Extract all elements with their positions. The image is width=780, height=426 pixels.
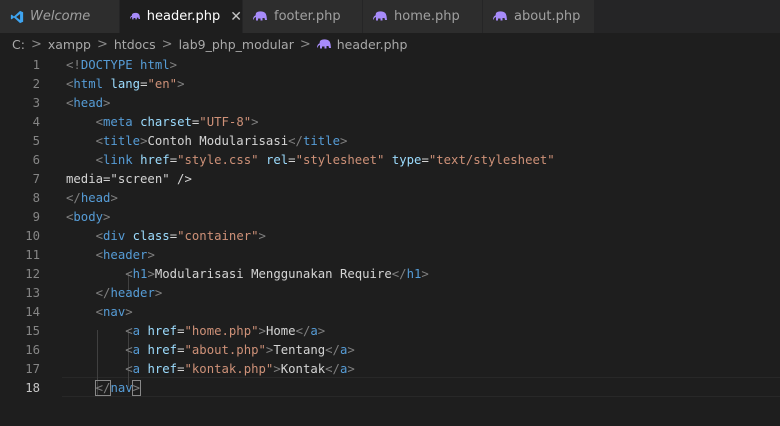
code-line[interactable]: 15 <a href="home.php">Home</a> xyxy=(0,322,780,341)
line-code: <body> xyxy=(66,210,111,224)
line-number: 3 xyxy=(32,96,40,110)
line-code: <div class="container"> xyxy=(95,229,266,243)
editor-tab-bar: Welcome header.php ✕ footer.php home.php… xyxy=(0,0,780,33)
line-number: 4 xyxy=(32,115,40,129)
line-number: 8 xyxy=(32,191,40,205)
tab-label: Welcome xyxy=(30,9,91,24)
tab-footer-php[interactable]: footer.php xyxy=(243,0,363,33)
tab-bar-empty xyxy=(595,0,780,33)
code-editor[interactable]: 1 <!DOCTYPE html> 2 <html lang="en"> 3 <head>… xyxy=(0,55,780,426)
code-line[interactable]: 7 media="screen" /> xyxy=(0,170,780,189)
tab-label: about.php xyxy=(514,9,581,24)
line-code: <title>Contoh Modularisasi</title> xyxy=(95,134,348,148)
tab-about-php[interactable]: about.php xyxy=(483,0,595,33)
line-number: 15 xyxy=(25,324,40,338)
vscode-icon xyxy=(10,10,24,23)
line-number: 7 xyxy=(32,172,40,186)
line-code: <a href="kontak.php">Kontak</a> xyxy=(125,362,355,376)
breadcrumb: C: > xampp > htdocs > lab9_php_modular >… xyxy=(0,33,780,55)
php-elephant-icon xyxy=(130,12,141,20)
line-code: media="screen" /> xyxy=(66,172,192,186)
line-number: 16 xyxy=(25,343,40,357)
code-line[interactable]: 6 <link href="style.css" rel="stylesheet… xyxy=(0,151,780,170)
tab-home-php[interactable]: home.php xyxy=(363,0,483,33)
chevron-right-icon: > xyxy=(299,36,311,52)
line-number: 9 xyxy=(32,210,40,224)
line-code: <head> xyxy=(66,96,111,110)
code-line[interactable]: 18 </nav> xyxy=(0,379,780,398)
line-number: 13 xyxy=(25,286,40,300)
line-code: </header> xyxy=(95,286,163,300)
php-elephant-icon xyxy=(373,11,387,21)
code-line[interactable]: 5 <title>Contoh Modularisasi</title> xyxy=(0,132,780,151)
breadcrumb-item[interactable]: lab9_php_modular xyxy=(179,37,294,52)
line-number: 5 xyxy=(32,134,40,148)
line-number: 17 xyxy=(25,362,40,376)
line-number: 12 xyxy=(25,267,40,281)
code-line[interactable]: 13 </header> xyxy=(0,284,780,303)
code-line[interactable]: 9 <body> xyxy=(0,208,780,227)
php-elephant-icon xyxy=(316,38,331,48)
code-line[interactable]: 12 <h1>Modularisasi Menggunakan Require<… xyxy=(0,265,780,284)
line-code: <a href="about.php">Tentang</a> xyxy=(125,343,355,357)
code-line[interactable]: 1 <!DOCTYPE html> xyxy=(0,56,780,75)
breadcrumb-item[interactable]: htdocs xyxy=(114,37,156,52)
tab-label: home.php xyxy=(394,9,460,24)
tab-header-php[interactable]: header.php ✕ xyxy=(120,0,243,33)
chevron-right-icon: > xyxy=(30,36,42,52)
code-line[interactable]: 16 <a href="about.php">Tentang</a> xyxy=(0,341,780,360)
line-code: <html lang="en"> xyxy=(66,77,185,91)
line-number: 6 xyxy=(32,153,40,167)
line-number: 11 xyxy=(25,248,40,262)
code-line[interactable]: 3 <head> xyxy=(0,94,780,113)
line-number: 2 xyxy=(32,77,40,91)
line-code: <nav> xyxy=(95,305,133,319)
code-line[interactable]: 4 <meta charset="UTF-8"> xyxy=(0,113,780,132)
code-line[interactable]: 11 <header> xyxy=(0,246,780,265)
php-elephant-icon xyxy=(253,11,267,21)
code-line[interactable]: 17 <a href="kontak.php">Kontak</a> xyxy=(0,360,780,379)
breadcrumb-item[interactable]: C: xyxy=(12,37,25,52)
line-number: 14 xyxy=(25,305,40,319)
line-number: 18 xyxy=(25,381,40,395)
line-number: 10 xyxy=(25,229,40,243)
close-icon[interactable]: ✕ xyxy=(230,9,242,25)
line-code: <a href="home.php">Home</a> xyxy=(125,324,326,338)
chevron-right-icon: > xyxy=(96,36,108,52)
line-code: </nav> xyxy=(94,380,142,396)
line-number: 1 xyxy=(32,58,40,72)
code-line[interactable]: 2 <html lang="en"> xyxy=(0,75,780,94)
line-code: <!DOCTYPE html> xyxy=(66,58,178,72)
line-code: <meta charset="UTF-8"> xyxy=(95,115,259,129)
chevron-right-icon: > xyxy=(161,36,173,52)
line-code: </head> xyxy=(66,191,118,205)
tab-welcome[interactable]: Welcome xyxy=(0,0,120,33)
tab-label: header.php xyxy=(146,9,221,24)
code-line[interactable]: 10 <div class="container"> xyxy=(0,227,780,246)
line-code: <h1>Modularisasi Menggunakan Require</h1… xyxy=(125,267,429,281)
code-line[interactable]: 14 <nav> xyxy=(0,303,780,322)
code-line[interactable]: 8 </head> xyxy=(0,189,780,208)
breadcrumb-item[interactable]: xampp xyxy=(48,37,91,52)
tab-label: footer.php xyxy=(274,9,341,24)
php-elephant-icon xyxy=(493,11,507,21)
line-code: <link href="style.css" rel="stylesheet" … xyxy=(95,153,555,167)
breadcrumb-item[interactable]: header.php xyxy=(337,37,408,52)
line-code: <header> xyxy=(95,248,155,262)
